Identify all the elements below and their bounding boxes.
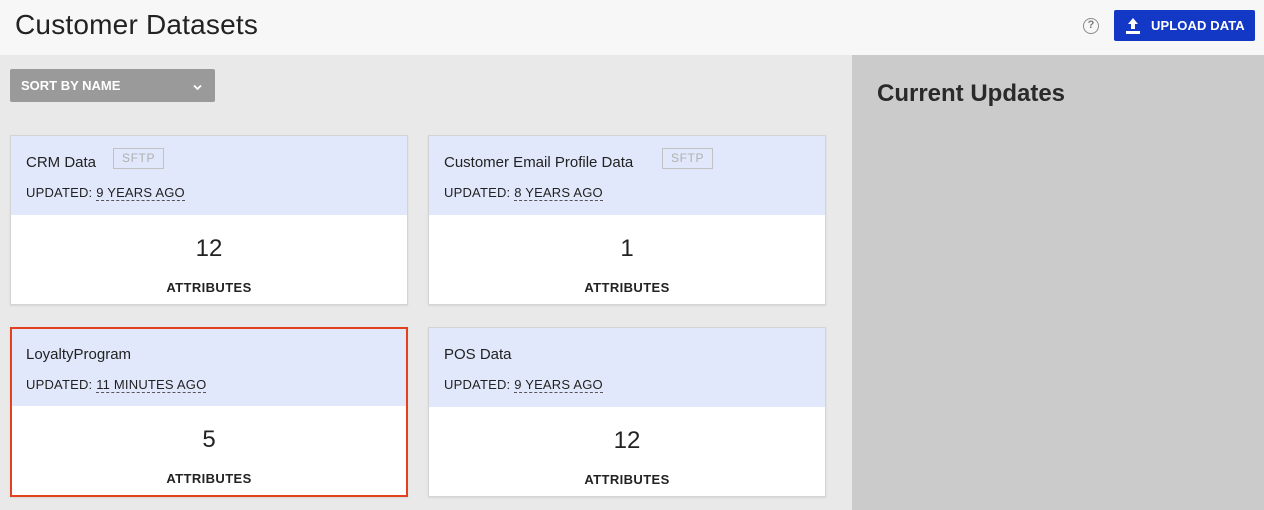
updated-prefix: UPDATED: bbox=[26, 185, 93, 200]
dataset-updated: UPDATED: 9 YEARS AGO bbox=[26, 185, 185, 201]
sort-dropdown-label: SORT BY NAME bbox=[21, 78, 121, 93]
updated-ago-link[interactable]: 8 YEARS AGO bbox=[514, 185, 603, 201]
dataset-card-header: CRM Data SFTP UPDATED: 9 YEARS AGO bbox=[11, 136, 407, 215]
dataset-name: CRM Data bbox=[26, 154, 97, 171]
updated-ago-link[interactable]: 11 MINUTES AGO bbox=[96, 377, 207, 393]
updated-prefix: UPDATED: bbox=[26, 377, 93, 392]
dataset-card-body: 12 ATTRIBUTES bbox=[429, 407, 825, 496]
datasets-main: SORT BY NAME CRM Data SFTP UPDATED: 9 YE… bbox=[0, 55, 852, 510]
upload-data-label: UPLOAD DATA bbox=[1151, 18, 1245, 33]
page-title: Customer Datasets bbox=[15, 9, 259, 40]
updated-ago-link[interactable]: 9 YEARS AGO bbox=[514, 377, 603, 393]
dataset-updated: UPDATED: 11 MINUTES AGO bbox=[26, 377, 207, 393]
sftp-badge: SFTP bbox=[662, 148, 714, 169]
dataset-card-body: 1 ATTRIBUTES bbox=[429, 215, 825, 304]
updated-ago-link[interactable]: 9 YEARS AGO bbox=[96, 185, 185, 201]
dataset-updated: UPDATED: 9 YEARS AGO bbox=[444, 377, 603, 393]
dataset-name: POS Data bbox=[444, 346, 512, 363]
attribute-count-label: ATTRIBUTES bbox=[584, 280, 670, 295]
dataset-card-header: Customer Email Profile Data SFTP UPDATED… bbox=[429, 136, 825, 215]
dataset-card-pos-data[interactable]: POS Data UPDATED: 9 YEARS AGO 12 ATTRIBU… bbox=[428, 327, 826, 497]
dataset-name: Customer Email Profile Data bbox=[444, 154, 634, 171]
dataset-updated: UPDATED: 8 YEARS AGO bbox=[444, 185, 603, 201]
updated-prefix: UPDATED: bbox=[444, 377, 511, 392]
page-header: Customer Datasets ? UPLOAD DATA bbox=[0, 0, 1264, 55]
dataset-card-customer-email-profile-data[interactable]: Customer Email Profile Data SFTP UPDATED… bbox=[428, 135, 826, 305]
dataset-card-header: LoyaltyProgram UPDATED: 11 MINUTES AGO bbox=[12, 329, 406, 406]
attribute-count-label: ATTRIBUTES bbox=[166, 471, 252, 486]
current-updates-panel: Current Updates bbox=[852, 55, 1264, 510]
attribute-count-label: ATTRIBUTES bbox=[584, 472, 670, 487]
help-circle-icon[interactable]: ? bbox=[1083, 18, 1099, 34]
attribute-count: 5 bbox=[202, 426, 216, 453]
dataset-name: LoyaltyProgram bbox=[26, 346, 132, 363]
updated-prefix: UPDATED: bbox=[444, 185, 511, 200]
attribute-count-label: ATTRIBUTES bbox=[166, 280, 252, 295]
dataset-card-header: POS Data UPDATED: 9 YEARS AGO bbox=[429, 328, 825, 407]
attribute-count: 12 bbox=[613, 427, 641, 454]
current-updates-title: Current Updates bbox=[877, 80, 1066, 107]
dataset-card-body: 12 ATTRIBUTES bbox=[11, 215, 407, 304]
dataset-card-body: 5 ATTRIBUTES bbox=[12, 406, 406, 495]
sort-dropdown[interactable]: SORT BY NAME bbox=[10, 69, 215, 102]
upload-data-button[interactable]: UPLOAD DATA bbox=[1114, 10, 1255, 41]
attribute-count: 12 bbox=[195, 235, 223, 262]
attribute-count: 1 bbox=[620, 235, 634, 262]
upload-icon bbox=[1124, 17, 1142, 35]
chevron-down-icon bbox=[193, 80, 202, 91]
dataset-card-crm-data[interactable]: CRM Data SFTP UPDATED: 9 YEARS AGO 12 AT… bbox=[10, 135, 408, 305]
sftp-badge: SFTP bbox=[113, 148, 165, 169]
dataset-card-loyaltyprogram[interactable]: LoyaltyProgram UPDATED: 11 MINUTES AGO 5… bbox=[10, 327, 408, 497]
